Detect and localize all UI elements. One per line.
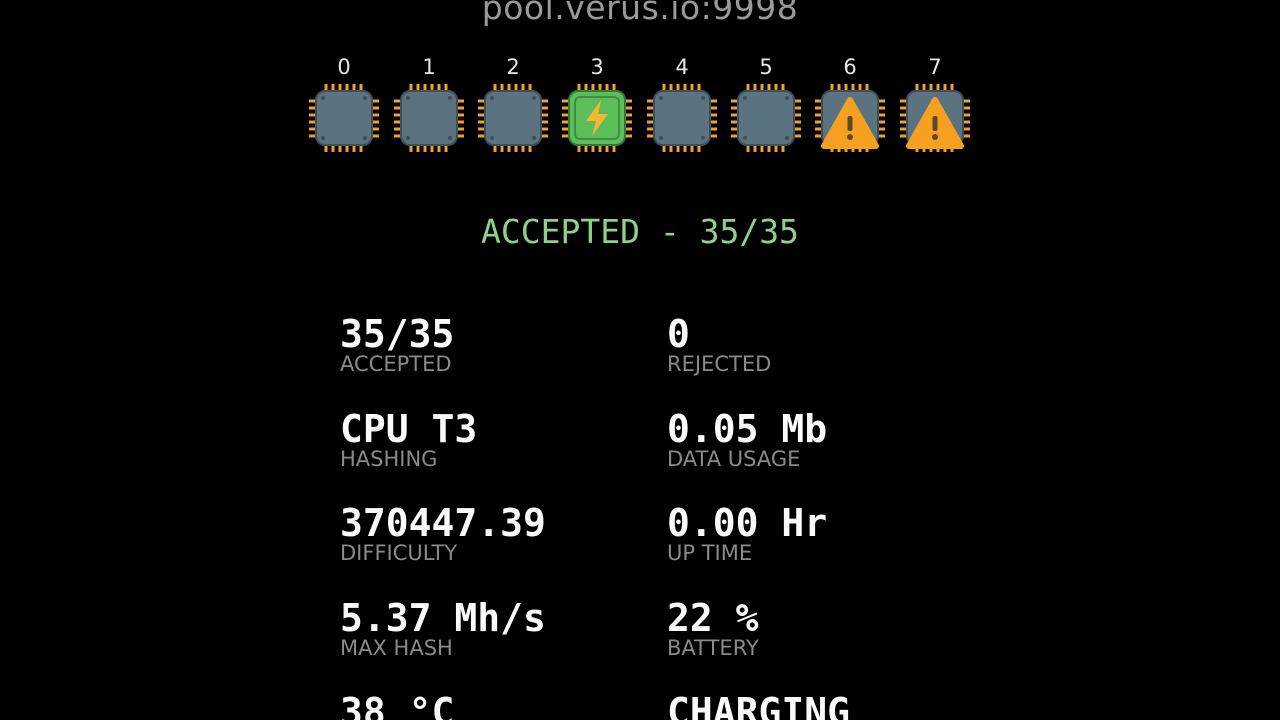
core-number: 6 (843, 55, 857, 79)
stat-difficulty: 370447.39 DIFFICULTY (340, 503, 660, 564)
core-number: 3 (590, 55, 604, 79)
stat-value: 22 % (667, 596, 759, 640)
stat-value: 38 °C (340, 690, 455, 720)
core-7: 7 (897, 52, 973, 154)
cpu-chip-icon (731, 84, 801, 152)
stat-data-usage: 0.05 Mb DATA USAGE (667, 409, 987, 470)
core-3: 3 (559, 52, 635, 154)
stat-battery: 22 % BATTERY (667, 598, 987, 659)
core-number: 2 (506, 55, 520, 79)
stat-up-time: 0.00 Hr UP TIME (667, 503, 987, 564)
stat-label: UP TIME (667, 541, 753, 565)
core-6: 6 (812, 52, 888, 154)
cpu-chip-icon (394, 84, 464, 152)
stat-label: REJECTED (667, 352, 772, 376)
cpu-chip-icon (478, 84, 548, 152)
core-4: 4 (644, 52, 720, 154)
cpu-chip-active-icon (562, 84, 632, 152)
stat-label: DATA USAGE (667, 447, 801, 471)
stat-accepted: 35/35 ACCEPTED (340, 314, 660, 375)
cpu-chip-icon (647, 84, 717, 152)
stat-rejected: 0 REJECTED (667, 314, 987, 375)
cpu-chip-icon (309, 84, 379, 152)
cpu-chip-warning-icon (815, 84, 885, 152)
stat-label: DIFFICULTY (340, 541, 458, 565)
stat-temperature: 38 °C (340, 692, 660, 720)
stat-label: HASHING (340, 447, 438, 471)
core-number: 4 (675, 55, 689, 79)
stat-value: 0.00 Hr (667, 501, 828, 545)
stat-label: ACCEPTED (340, 352, 452, 376)
core-1: 1 (391, 52, 467, 154)
core-number: 1 (422, 55, 436, 79)
stat-hashing: CPU T3 HASHING (340, 409, 660, 470)
stat-value: 370447.39 (340, 501, 546, 545)
stat-value: CPU T3 (340, 407, 478, 451)
stat-value: 35/35 (340, 312, 455, 356)
stat-value: 0 (667, 312, 690, 356)
stat-value: CHARGING (667, 690, 851, 720)
core-number: 7 (928, 55, 942, 79)
cpu-chip-warning-icon (900, 84, 970, 152)
cpu-core-grid: 0 1 2 3 4 5 6 7 (0, 52, 1280, 162)
core-2: 2 (475, 52, 551, 154)
stat-label: BATTERY (667, 636, 759, 660)
core-0: 0 (306, 52, 382, 154)
core-5: 5 (728, 52, 804, 154)
stat-charging: CHARGING (667, 692, 987, 720)
core-number: 5 (759, 55, 773, 79)
stat-label: MAX HASH (340, 636, 453, 660)
stat-value: 5.37 Mh/s (340, 596, 546, 640)
share-status: ACCEPTED - 35/35 (481, 212, 799, 251)
stat-max-hash: 5.37 Mh/s MAX HASH (340, 598, 660, 659)
pool-address: pool.verus.io:9998 (481, 0, 799, 27)
stat-value: 0.05 Mb (667, 407, 828, 451)
core-number: 0 (337, 55, 351, 79)
